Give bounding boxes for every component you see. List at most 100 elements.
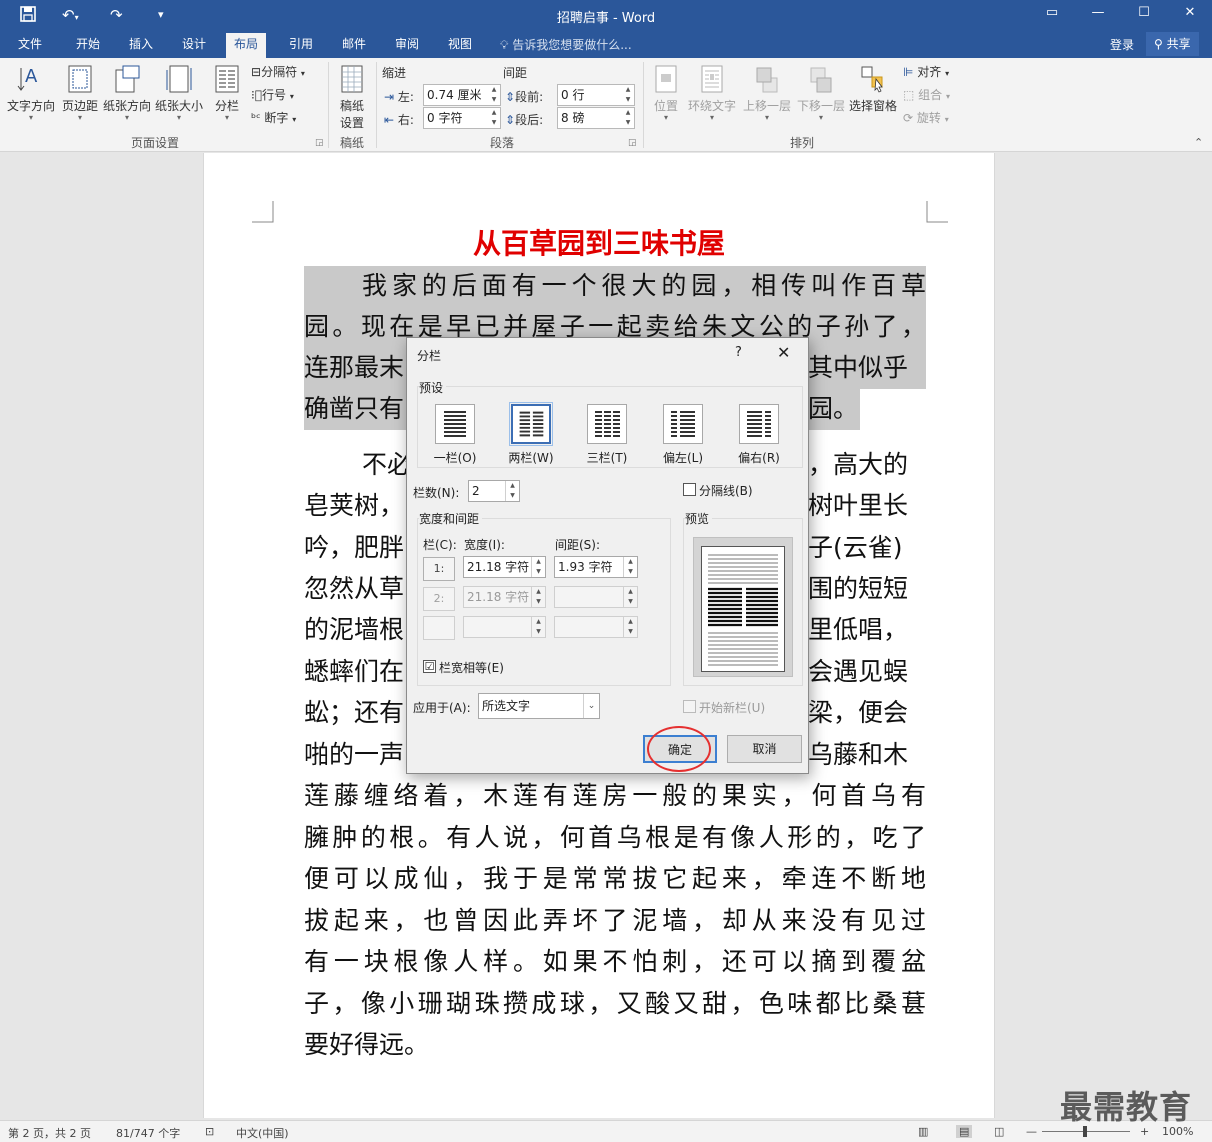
equal-width-checkbox[interactable]: ☑	[423, 660, 436, 673]
rotate-button[interactable]: ⟳ 旋转 ▾	[903, 109, 949, 129]
margins-button[interactable]: 页边距 ▾	[58, 64, 102, 122]
spacing-before-label: ⇕段前:	[505, 90, 544, 104]
breaks-button[interactable]: ⊟分隔符 ▾	[251, 63, 305, 83]
spacing-before-spinner-icon[interactable]: ▲ ▼	[622, 85, 634, 105]
tab-mailings[interactable]: 邮件	[342, 36, 366, 52]
document-line: 会遇见蜈	[808, 657, 909, 686]
column-2-width-input[interactable]: 21.18 字符 ▲ ▼	[463, 586, 546, 608]
line-numbers-icon: ⁝⃞	[251, 88, 263, 102]
proofing-icon[interactable]: ⊡	[205, 1125, 214, 1138]
tab-home[interactable]: 开始	[76, 36, 100, 52]
apply-to-select[interactable]: 所选文字 ⌄	[478, 693, 600, 719]
minimize-icon[interactable]: —	[1086, 5, 1110, 20]
column-1-spacing-input[interactable]: 1.93 字符 ▲ ▼	[554, 556, 638, 578]
column-3-spacing-input[interactable]: ▲ ▼	[554, 616, 638, 638]
column-3-width-spinner-icon[interactable]: ▲ ▼	[531, 617, 545, 637]
equal-width-label: 栏宽相等(E)	[439, 661, 504, 675]
help-button[interactable]: ?	[735, 345, 742, 360]
share-button[interactable]: ⚲ 共享	[1146, 32, 1199, 56]
spacing-before-input[interactable]: 0 行 ▲ ▼	[557, 84, 635, 106]
sign-in-link[interactable]: 登录	[1110, 36, 1134, 53]
column-1-spacing-spinner-icon[interactable]: ▲ ▼	[623, 557, 637, 577]
preset-left[interactable]: 偏左(L)	[656, 404, 710, 466]
column-2-spacing-spinner-icon[interactable]: ▲ ▼	[623, 587, 637, 607]
align-button[interactable]: ⊫ 对齐 ▾	[903, 63, 949, 83]
column-1-button[interactable]: 1:	[423, 557, 455, 581]
size-button[interactable]: 纸张大小 ▾	[154, 64, 204, 122]
spacing-after-icon: ⇕	[505, 113, 516, 127]
column-3-button[interactable]	[423, 616, 455, 640]
preset-one[interactable]: 一栏(O)	[428, 404, 482, 466]
close-window-icon[interactable]: ✕	[1178, 5, 1202, 20]
group-button[interactable]: ⬚ 组合 ▾	[903, 86, 950, 106]
column-2-button[interactable]: 2:	[423, 587, 455, 611]
spacing-before-icon: ⇕	[505, 90, 516, 104]
paragraph-launcher-icon[interactable]: ◲	[628, 138, 637, 148]
position-label: 位置	[653, 99, 678, 113]
ribbon-display-options-icon[interactable]: ▭	[1040, 5, 1064, 20]
page-setup-launcher-icon[interactable]: ◲	[315, 138, 324, 148]
tab-design[interactable]: 设计	[182, 36, 206, 52]
tell-me-search[interactable]: 💡︎ 告诉我您想要做什么...	[500, 36, 632, 53]
tab-view[interactable]: 视图	[448, 36, 472, 52]
line-numbers-button[interactable]: ⁝⃞行号 ▾	[251, 86, 294, 106]
indent-left-input[interactable]: 0.74 厘米 ▲ ▼	[423, 84, 501, 106]
tab-review[interactable]: 审阅	[395, 36, 419, 52]
cancel-button[interactable]: 取消	[727, 735, 802, 763]
print-layout-icon[interactable]: ▤	[956, 1125, 973, 1138]
chevron-down-icon[interactable]: ⌄	[583, 694, 599, 718]
column-2-width-spinner-icon[interactable]: ▲ ▼	[531, 587, 545, 607]
columns-label: 分栏	[214, 99, 239, 113]
num-columns-spinner-icon[interactable]: ▲ ▼	[505, 481, 519, 501]
document-line: 我家的后面有一个很大的园，相传叫作百草	[304, 266, 926, 307]
line-between-checkbox[interactable]	[683, 483, 696, 496]
document-line: 其中似乎	[808, 348, 926, 389]
rotate-label: 旋转	[916, 111, 941, 125]
word-count[interactable]: 81/747 个字	[116, 1125, 180, 1141]
draft-paper-group-label: 稿纸	[339, 136, 364, 150]
maximize-icon[interactable]: ☐	[1132, 5, 1156, 20]
close-icon[interactable]: ✕	[777, 343, 790, 362]
position-button[interactable]: 位置 ▾	[649, 64, 683, 122]
hyphenation-label: 断字	[264, 111, 289, 125]
send-backward-button[interactable]: 下移一层 ▾	[795, 64, 847, 122]
hyphenation-button[interactable]: ᵇᶜ 断字 ▾	[251, 109, 296, 129]
tab-references[interactable]: 引用	[289, 36, 313, 52]
num-columns-input[interactable]: 2 ▲ ▼	[468, 480, 520, 502]
indent-right-input[interactable]: 0 字符 ▲ ▼	[423, 107, 501, 129]
column-1-width-input[interactable]: 21.18 字符 ▲ ▼	[463, 556, 546, 578]
start-new-column-checkbox[interactable]	[683, 700, 696, 713]
selection-pane-button[interactable]: 选择窗格	[848, 64, 898, 114]
tab-insert[interactable]: 插入	[129, 36, 153, 52]
indent-left-spinner-icon[interactable]: ▲ ▼	[488, 85, 500, 105]
spacing-after-input[interactable]: 8 磅 ▲ ▼	[557, 107, 635, 129]
preset-two[interactable]: 两栏(W)	[504, 402, 558, 466]
language-indicator[interactable]: 中文(中国)	[236, 1125, 289, 1141]
indent-left-label: ⇥ 左:	[384, 90, 414, 104]
indent-right-spinner-icon[interactable]: ▲ ▼	[488, 108, 500, 128]
bring-forward-button[interactable]: 上移一层 ▾	[741, 64, 793, 122]
preview-area	[693, 537, 793, 677]
indent-right-icon: ⇤	[384, 113, 395, 127]
columns-dialog: 分栏 ? ✕ 预设 一栏(O) 两栏(W) 三栏(T) 偏左(L) 偏右(R) …	[406, 337, 809, 774]
page-count[interactable]: 第 2 页，共 2 页	[8, 1125, 91, 1141]
collapse-ribbon-icon[interactable]: ⌃	[1194, 136, 1203, 149]
preset-three[interactable]: 三栏(T)	[580, 404, 634, 466]
wrap-text-button[interactable]: 环绕文字 ▾	[686, 64, 738, 122]
orientation-button[interactable]: 纸张方向 ▾	[102, 64, 152, 122]
tab-layout[interactable]: 布局	[226, 33, 267, 58]
columns-button[interactable]: 分栏 ▾	[210, 64, 244, 122]
column-3-width-input[interactable]: ▲ ▼	[463, 616, 546, 638]
crop-mark-top-right	[926, 201, 948, 223]
draft-paper-button[interactable]: 稿纸 设置	[334, 64, 370, 131]
column-3-spacing-spinner-icon[interactable]: ▲ ▼	[623, 617, 637, 637]
zoom-out-icon[interactable]: —	[1026, 1125, 1037, 1138]
read-mode-icon[interactable]: ▥	[918, 1125, 928, 1138]
web-layout-icon[interactable]: ◫	[994, 1125, 1004, 1138]
spacing-after-spinner-icon[interactable]: ▲ ▼	[622, 108, 634, 128]
column-1-width-spinner-icon[interactable]: ▲ ▼	[531, 557, 545, 577]
preset-right[interactable]: 偏右(R)	[732, 404, 786, 466]
column-2-spacing-input[interactable]: ▲ ▼	[554, 586, 638, 608]
tab-file[interactable]: 文件	[18, 36, 42, 52]
text-direction-button[interactable]: A 文字方向 ▾	[6, 64, 56, 122]
